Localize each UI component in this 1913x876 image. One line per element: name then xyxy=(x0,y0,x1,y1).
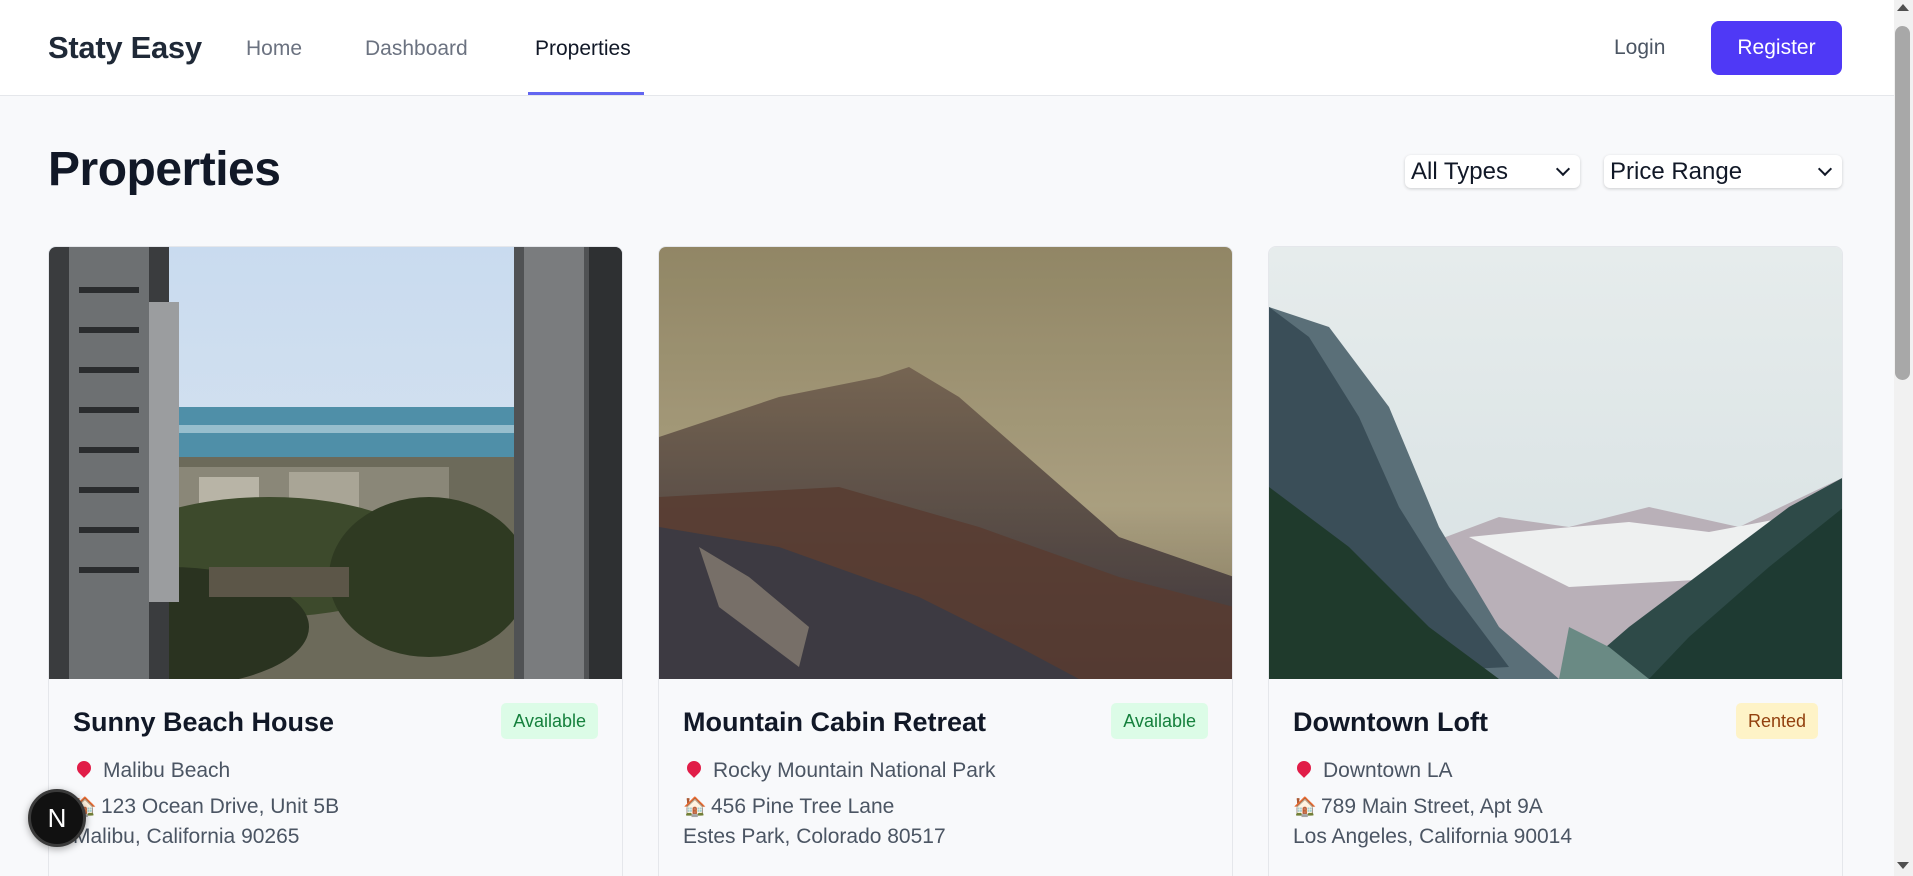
type-filter-select[interactable]: All Types xyxy=(1405,155,1580,188)
next-dev-badge[interactable]: N xyxy=(28,789,86,847)
login-button[interactable]: Login xyxy=(1614,36,1665,60)
property-location: Rocky Mountain National Park xyxy=(683,758,996,783)
top-nav-bar: Staty Easy Home Dashboard Properties Log… xyxy=(0,0,1894,96)
property-location: Downtown LA xyxy=(1293,758,1453,783)
price-filter-value: Price Range xyxy=(1610,157,1743,185)
property-image-beach[interactable] xyxy=(49,247,623,679)
property-card[interactable]: Sunny Beach House Available Malibu Beach… xyxy=(48,246,623,876)
property-city: Los Angeles, California 90014 xyxy=(1293,825,1573,848)
status-badge: Rented xyxy=(1735,703,1818,739)
property-location: Malibu Beach xyxy=(73,758,231,783)
register-button[interactable]: Register xyxy=(1711,21,1842,75)
location-text: Malibu Beach xyxy=(103,759,231,782)
property-image-valley[interactable] xyxy=(1269,247,1843,679)
property-card[interactable]: Mountain Cabin Retreat Available Rocky M… xyxy=(658,246,1233,876)
nav-link-home[interactable]: Home xyxy=(246,37,302,61)
property-title[interactable]: Mountain Cabin Retreat xyxy=(683,707,986,738)
location-text: Downtown LA xyxy=(1323,759,1453,782)
map-pin-icon xyxy=(74,758,94,778)
property-city: Estes Park, Colorado 80517 xyxy=(683,825,946,848)
house-icon: 🏠 xyxy=(683,797,707,818)
address-text: 456 Pine Tree Lane xyxy=(711,795,895,818)
status-badge: Available xyxy=(1111,703,1208,739)
scrollbar-thumb[interactable] xyxy=(1895,26,1910,380)
map-pin-icon xyxy=(684,758,704,778)
map-pin-icon xyxy=(1294,758,1314,778)
property-city: Malibu, California 90265 xyxy=(73,825,300,848)
scroll-up-arrow-icon[interactable] xyxy=(1897,4,1909,11)
address-text: 123 Ocean Drive, Unit 5B xyxy=(101,795,340,818)
property-address: 🏠 789 Main Street, Apt 9A xyxy=(1293,795,1543,819)
brand-logo[interactable]: Staty Easy xyxy=(48,30,202,66)
property-address: 🏠 456 Pine Tree Lane xyxy=(683,795,894,819)
location-text: Rocky Mountain National Park xyxy=(713,759,996,782)
house-icon: 🏠 xyxy=(1293,797,1317,818)
address-text: 789 Main Street, Apt 9A xyxy=(1321,795,1543,818)
nav-link-properties[interactable]: Properties xyxy=(535,37,631,61)
active-nav-indicator xyxy=(528,92,644,95)
chevron-down-icon xyxy=(1817,161,1833,176)
property-title[interactable]: Sunny Beach House xyxy=(73,707,334,738)
property-address: 🏠 123 Ocean Drive, Unit 5B xyxy=(73,795,339,819)
status-badge: Available xyxy=(501,703,598,739)
property-image-mountain[interactable] xyxy=(659,247,1233,679)
type-filter-value: All Types xyxy=(1411,157,1508,185)
property-card[interactable]: Downtown Loft Rented Downtown LA 🏠 789 Ma… xyxy=(1268,246,1843,876)
page-title: Properties xyxy=(48,143,281,196)
price-filter-select[interactable]: Price Range xyxy=(1604,155,1842,188)
chevron-down-icon xyxy=(1555,161,1571,176)
scroll-down-arrow-icon[interactable] xyxy=(1897,862,1909,869)
property-title[interactable]: Downtown Loft xyxy=(1293,707,1488,738)
nav-link-dashboard[interactable]: Dashboard xyxy=(365,37,468,61)
